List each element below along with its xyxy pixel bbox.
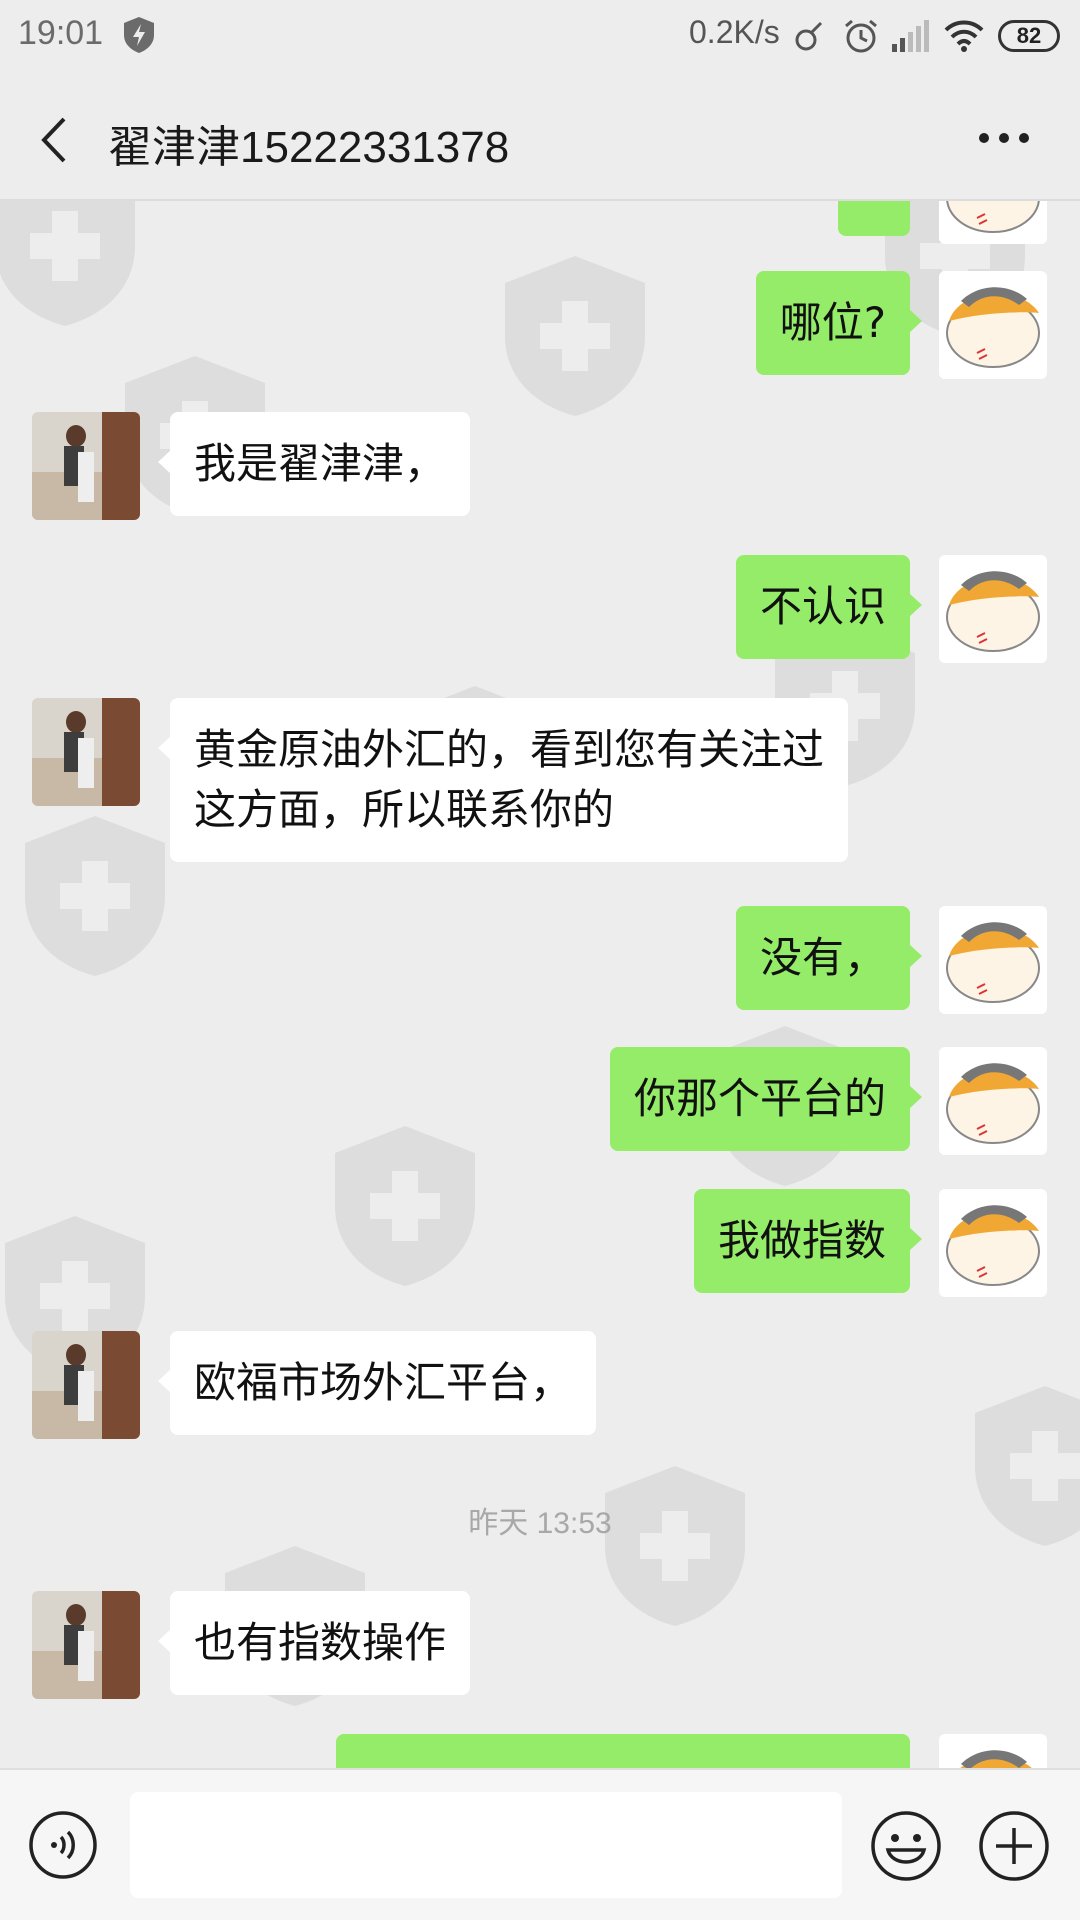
- signal-icon: [892, 20, 929, 52]
- message-input[interactable]: [130, 1792, 842, 1898]
- watermark-shield-icon: [0, 201, 135, 326]
- person-photo-avatar-icon: [32, 1331, 140, 1439]
- message-bubble[interactable]: 没有，: [735, 906, 923, 1010]
- self-avatar[interactable]: [939, 1047, 1047, 1155]
- contact-avatar[interactable]: [32, 698, 140, 806]
- cat-avatar-icon: [939, 201, 1047, 244]
- emoji-icon[interactable]: [870, 1810, 942, 1882]
- self-avatar[interactable]: [939, 906, 1047, 1014]
- link-icon: [795, 21, 823, 51]
- contact-avatar[interactable]: [32, 412, 140, 520]
- more-icon[interactable]: [978, 131, 1030, 145]
- chat-title: 翟津津15222331378: [108, 123, 510, 172]
- person-photo-avatar-icon: [32, 1591, 140, 1699]
- message-bubble[interactable]: 我做指数: [693, 1189, 923, 1293]
- battery-indicator: 82: [998, 20, 1060, 52]
- contact-avatar[interactable]: [32, 1591, 140, 1699]
- message-bubble[interactable]: 不认识: [735, 555, 923, 659]
- cat-avatar-icon: [939, 1047, 1047, 1155]
- watermark-shield-icon: [505, 256, 645, 416]
- watermark-shield-icon: [605, 1466, 745, 1626]
- self-avatar[interactable]: [939, 1734, 1047, 1768]
- back-icon[interactable]: [34, 115, 74, 165]
- person-photo-avatar-icon: [32, 412, 140, 520]
- message-bubble[interactable]: 欧福市场外汇平台，: [157, 1331, 597, 1435]
- message-bubble[interactable]: [838, 201, 910, 236]
- message-bubble[interactable]: 你那个平台的: [609, 1047, 923, 1151]
- status-bar: 19:01 0.2K/s 82: [0, 0, 1080, 75]
- cat-avatar-icon: [939, 555, 1047, 663]
- input-bar: [0, 1768, 1080, 1920]
- plus-icon[interactable]: [978, 1810, 1050, 1882]
- message-bubble[interactable]: 黄金原油外汇的，看到您有关注过 这方面，所以联系你的: [157, 698, 849, 862]
- security-shield-icon: [124, 17, 154, 53]
- status-time: 19:01: [18, 14, 104, 52]
- cat-avatar-icon: [939, 271, 1047, 379]
- network-speed: 0.2K/s: [689, 14, 780, 50]
- message-bubble[interactable]: [336, 1734, 910, 1768]
- cat-avatar-icon: [939, 1734, 1047, 1768]
- self-avatar[interactable]: [939, 201, 1047, 244]
- chat-header: 翟津津15222331378: [0, 75, 1080, 201]
- person-photo-avatar-icon: [32, 698, 140, 806]
- voice-icon[interactable]: [28, 1810, 98, 1880]
- cat-avatar-icon: [939, 1189, 1047, 1297]
- contact-avatar[interactable]: [32, 1331, 140, 1439]
- self-avatar[interactable]: [939, 1189, 1047, 1297]
- alarm-icon: [845, 19, 877, 53]
- message-bubble[interactable]: 哪位?: [755, 271, 923, 375]
- watermark-shield-icon: [335, 1126, 475, 1286]
- chat-timestamp: 昨天 13:53: [468, 1507, 612, 1540]
- cat-avatar-icon: [939, 906, 1047, 1014]
- wifi-icon: [944, 20, 984, 52]
- message-list[interactable]: 哪位? 我是翟津津， 不认识 黄金原油外汇的，看到您有关注过 这方面，所以联系你…: [0, 201, 1080, 1768]
- message-bubble[interactable]: 也有指数操作: [157, 1591, 471, 1695]
- self-avatar[interactable]: [939, 555, 1047, 663]
- watermark-shield-icon: [25, 816, 165, 976]
- self-avatar[interactable]: [939, 271, 1047, 379]
- message-bubble[interactable]: 我是翟津津，: [157, 412, 471, 516]
